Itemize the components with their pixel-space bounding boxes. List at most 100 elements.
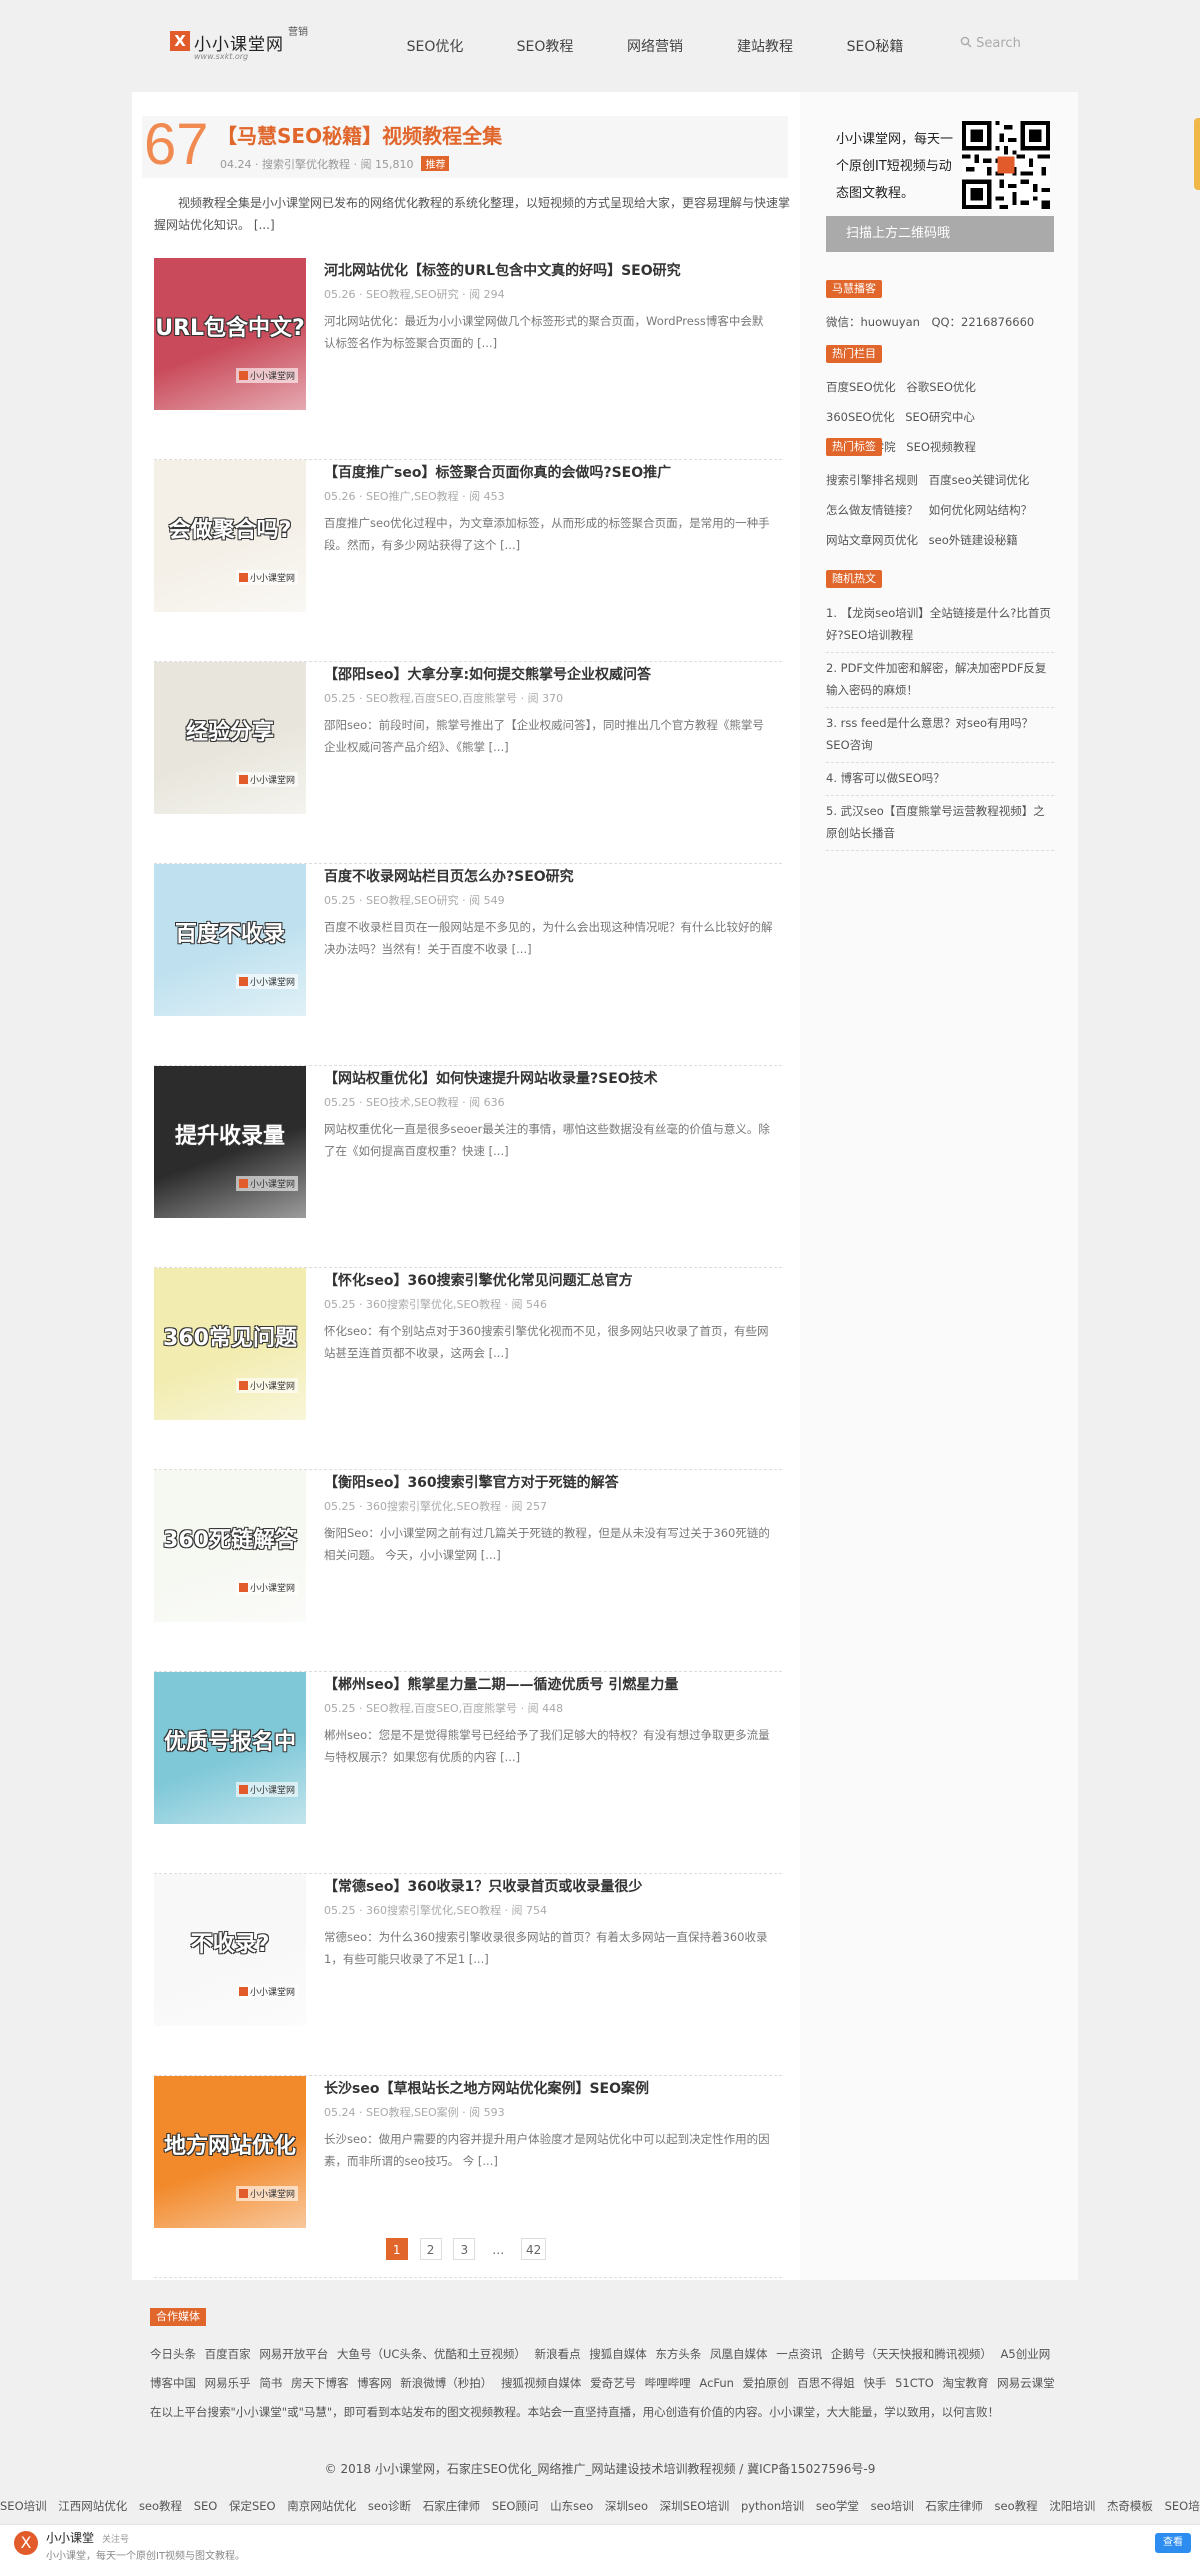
post-thumbnail[interactable]: 360常见问题 小小课堂网 — [154, 1268, 306, 1420]
post-title[interactable]: 【郴州seo】熊掌星力量二期——循迹优质号 引燃星力量 — [324, 1674, 678, 1694]
footer-tag-link[interactable]: SEO顾问 — [492, 2499, 539, 2513]
hot-tag-link[interactable]: 如何优化网站结构？ — [929, 503, 1033, 517]
hot-tag-link[interactable]: 搜索引擎排名规则 — [826, 473, 918, 487]
page-3[interactable]: 3 — [453, 2238, 476, 2260]
media-partner-link[interactable]: A5创业网 — [1001, 2347, 1051, 2361]
post-item[interactable]: 经验分享 小小课堂网 【邵阳seo】大拿分享:如何提交熊掌号企业权威问答 05.25 … — [154, 662, 782, 864]
nav-item-site-build[interactable]: 建站教程 — [710, 36, 820, 56]
post-item[interactable]: 360常见问题 小小课堂网 【怀化seo】360搜索引擎优化常见问题汇总官方 05.2… — [154, 1268, 782, 1470]
bottom-view-button[interactable]: 查看 — [1155, 2533, 1191, 2553]
post-thumbnail[interactable]: 经验分享 小小课堂网 — [154, 662, 306, 814]
media-partner-link[interactable]: 百度百家 — [205, 2347, 251, 2361]
post-title[interactable]: 【衡阳seo】360搜索引擎官方对于死链的解答 — [324, 1472, 619, 1492]
footer-tag-link[interactable]: SEO培训 — [0, 2499, 47, 2513]
hot-tag-link[interactable]: 网站文章网页优化 — [826, 533, 918, 547]
media-partner-link[interactable]: 爱拍原创 — [743, 2376, 789, 2390]
footer-tag-link[interactable]: 石家庄律师 — [925, 2499, 983, 2513]
media-partner-link[interactable]: 搜狐自媒体 — [589, 2347, 647, 2361]
nav-item-marketing[interactable]: 网络营销 — [600, 36, 710, 56]
media-partner-link[interactable]: 爱奇艺号 — [590, 2376, 636, 2390]
media-partner-link[interactable]: 简书 — [259, 2376, 282, 2390]
media-partner-link[interactable]: 网易云课堂 — [997, 2376, 1055, 2390]
media-partner-link[interactable]: 凤凰自媒体 — [710, 2347, 768, 2361]
qr-scan-button[interactable]: 扫描上方二维码哦 — [826, 216, 1054, 252]
media-partner-link[interactable]: 快手 — [863, 2376, 886, 2390]
post-item[interactable]: 提升收录量 小小课堂网 【网站权重优化】如何快速提升网站收录量?SEO技术 05.25… — [154, 1066, 782, 1268]
footer-tag-link[interactable]: 山东seo — [550, 2499, 593, 2513]
site-logo[interactable]: X 小小课堂网 www.sxkt.org 营销 — [170, 27, 310, 64]
post-title[interactable]: 百度不收录网站栏目页怎么办?SEO研究 — [324, 866, 574, 886]
post-thumbnail[interactable]: URL包含中文? 小小课堂网 — [154, 258, 306, 410]
media-partner-link[interactable]: 淘宝教育 — [943, 2376, 989, 2390]
page-2[interactable]: 2 — [419, 2238, 442, 2260]
media-partner-link[interactable]: 大鱼号（UC头条、优酷和土豆视频） — [337, 2347, 526, 2361]
post-item[interactable]: 360死链解答 小小课堂网 【衡阳seo】360搜索引擎官方对于死链的解答 05.25… — [154, 1470, 782, 1672]
post-thumbnail[interactable]: 优质号报名中 小小课堂网 — [154, 1672, 306, 1824]
footer-tag-link[interactable]: seo教程 — [995, 2499, 1038, 2513]
hot-column-link[interactable]: 360SEO优化 — [826, 410, 895, 424]
post-item[interactable]: 优质号报名中 小小课堂网 【郴州seo】熊掌星力量二期——循迹优质号 引燃星力量 05… — [154, 1672, 782, 1874]
nav-item-seo-tutorial[interactable]: SEO教程 — [490, 36, 600, 56]
random-post-item[interactable]: 2. PDF文件加密和解密，解决加密PDF反复输入密码的麻烦！ — [826, 653, 1054, 708]
footer-tag-link[interactable]: 深圳seo — [605, 2499, 648, 2513]
hot-tag-link[interactable]: seo外链建设秘籍 — [929, 533, 1018, 547]
featured-post[interactable]: 67 【马慧SEO秘籍】视频教程全集 04.24 · 搜索引擎优化教程 · 阅 … — [142, 112, 788, 178]
post-thumbnail[interactable]: 提升收录量 小小课堂网 — [154, 1066, 306, 1218]
media-partner-link[interactable]: 新浪微博（秒拍） — [400, 2376, 492, 2390]
media-partner-link[interactable]: 搜狐视频自媒体 — [501, 2376, 582, 2390]
hot-column-link[interactable]: 谷歌SEO优化 — [906, 380, 976, 394]
post-item[interactable]: 百度不收录 小小课堂网 百度不收录网站栏目页怎么办?SEO研究 05.25 · SEO… — [154, 864, 782, 1066]
post-thumbnail[interactable]: 会做聚合吗? 小小课堂网 — [154, 460, 306, 612]
footer-tag-link[interactable]: 杰奇模板 — [1107, 2499, 1153, 2513]
media-partner-link[interactable]: 博客中国 — [150, 2376, 196, 2390]
media-partner-link[interactable]: 新浪看点 — [535, 2347, 581, 2361]
post-title[interactable]: 【网站权重优化】如何快速提升网站收录量?SEO技术 — [324, 1068, 658, 1088]
post-title[interactable]: 河北网站优化【标签的URL包含中文真的好吗】SEO研究 — [324, 260, 681, 280]
footer-tag-link[interactable]: SEO — [194, 2499, 218, 2513]
media-partner-link[interactable]: AcFun — [699, 2376, 734, 2390]
post-thumbnail[interactable]: 不收录? 小小课堂网 — [154, 1874, 306, 2026]
post-title[interactable]: 【常德seo】360收录1？只收录首页或收录量很少 — [324, 1876, 642, 1896]
nav-item-seo-secrets[interactable]: SEO秘籍 — [820, 36, 930, 56]
post-thumbnail[interactable]: 百度不收录 小小课堂网 — [154, 864, 306, 1016]
footer-tag-link[interactable]: 南京网站优化 — [287, 2499, 356, 2513]
footer-tag-link[interactable]: seo教程 — [139, 2499, 182, 2513]
footer-tag-link[interactable]: SEO培训 — [1165, 2499, 1200, 2513]
hot-column-link[interactable]: SEO研究中心 — [905, 410, 975, 424]
hot-tag-link[interactable]: 百度seo关键词优化 — [929, 473, 1030, 487]
footer-tag-link[interactable]: 江西网站优化 — [58, 2499, 127, 2513]
post-title[interactable]: 长沙seo【草根站长之地方网站优化案例】SEO案例 — [324, 2078, 649, 2098]
hot-tag-link[interactable]: 怎么做友情链接？ — [826, 503, 918, 517]
post-title[interactable]: 【邵阳seo】大拿分享:如何提交熊掌号企业权威问答 — [324, 664, 651, 684]
post-thumbnail[interactable]: 360死链解答 小小课堂网 — [154, 1470, 306, 1622]
media-partner-link[interactable]: 网易乐乎 — [205, 2376, 251, 2390]
footer-tag-link[interactable]: python培训 — [741, 2499, 804, 2513]
featured-title[interactable]: 【马慧SEO秘籍】视频教程全集 — [217, 120, 502, 149]
footer-tag-link[interactable]: seo学堂 — [816, 2499, 859, 2513]
post-item[interactable]: 不收录? 小小课堂网 【常德seo】360收录1？只收录首页或收录量很少 05.25 … — [154, 1874, 782, 2076]
random-post-item[interactable]: 1. 【龙岗seo培训】全站链接是什么?比首页好?SEO培训教程 — [826, 598, 1054, 653]
media-partner-link[interactable]: 博客网 — [357, 2376, 392, 2390]
random-post-item[interactable]: 4. 博客可以做SEO吗？ — [826, 763, 1054, 796]
media-partner-link[interactable]: 网易开放平台 — [259, 2347, 328, 2361]
page-current[interactable]: 1 — [385, 2238, 408, 2260]
media-partner-link[interactable]: 一点资讯 — [776, 2347, 822, 2361]
search-box[interactable]: Search — [960, 36, 1021, 51]
post-title[interactable]: 【百度推广seo】标签聚合页面你真的会做吗?SEO推广 — [324, 462, 671, 482]
media-partner-link[interactable]: 今日头条 — [150, 2347, 196, 2361]
footer-tag-link[interactable]: seo诊断 — [368, 2499, 411, 2513]
side-float-tab[interactable] — [1194, 118, 1200, 190]
footer-tag-link[interactable]: 石家庄律师 — [423, 2499, 481, 2513]
post-title[interactable]: 【怀化seo】360搜索引擎优化常见问题汇总官方 — [324, 1270, 633, 1290]
nav-item-seo-optimize[interactable]: SEO优化 — [380, 36, 490, 56]
footer-tag-link[interactable]: seo培训 — [871, 2499, 914, 2513]
media-partner-link[interactable]: 企鹅号（天天快报和腾讯视频） — [831, 2347, 992, 2361]
media-partner-link[interactable]: 哔哩哔哩 — [645, 2376, 691, 2390]
footer-tag-link[interactable]: 沈阳培训 — [1049, 2499, 1095, 2513]
media-partner-link[interactable]: 房天下博客 — [291, 2376, 349, 2390]
hot-column-link[interactable]: SEO视频教程 — [906, 440, 976, 454]
random-post-item[interactable]: 3. rss feed是什么意思？对seo有用吗？SEO咨询 — [826, 708, 1054, 763]
footer-tag-link[interactable]: 保定SEO — [229, 2499, 276, 2513]
footer-tag-link[interactable]: 深圳SEO培训 — [660, 2499, 730, 2513]
hot-column-link[interactable]: 百度SEO优化 — [826, 380, 896, 394]
